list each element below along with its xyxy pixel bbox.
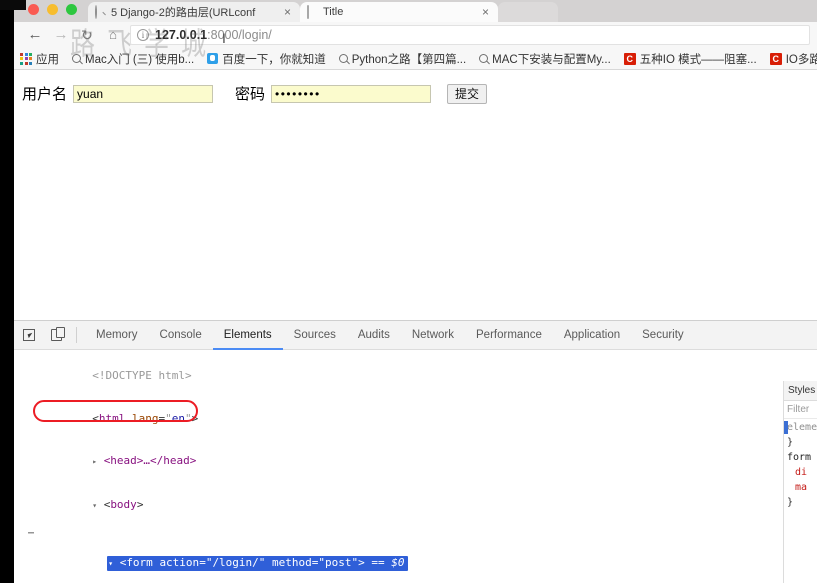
bookmark-mac-intro[interactable]: Mac入门 (三) 使用b... bbox=[72, 51, 194, 67]
magnifier-icon bbox=[338, 54, 348, 63]
tab-memory[interactable]: Memory bbox=[85, 321, 149, 350]
tab-security[interactable]: Security bbox=[631, 321, 695, 350]
style-rule-element-style-close: } bbox=[787, 437, 794, 448]
dom-line-head[interactable]: ▸ <head>…</head> bbox=[26, 440, 783, 484]
document-icon bbox=[306, 5, 318, 19]
browser-tab-background[interactable] bbox=[498, 2, 558, 22]
dom-tree[interactable]: <!DOCTYPE html> <html lang="en"> ▸ <head… bbox=[14, 351, 783, 583]
gutter-ellipsis: ⋯ bbox=[28, 528, 36, 540]
bookmark-label: Mac入门 (三) 使用b... bbox=[85, 53, 195, 66]
site-info-icon[interactable]: i bbox=[137, 29, 149, 41]
tab-performance[interactable]: Performance bbox=[465, 321, 553, 350]
bookmark-label: MAC下安装与配置My... bbox=[492, 53, 611, 66]
devtools-panel: Memory Console Elements Sources Audits N… bbox=[14, 320, 817, 583]
styles-sidebar[interactable]: Styles Filter element.style } form di ma bbox=[783, 381, 817, 583]
url-path: :8000/login/ bbox=[207, 28, 272, 42]
bookmarks-bar: 应用 Mac入门 (三) 使用b... 百度一下，你就知道 Python之路【第… bbox=[0, 48, 817, 70]
home-icon[interactable]: ⌂ bbox=[100, 22, 126, 48]
username-input[interactable] bbox=[73, 84, 214, 103]
devtools-toolbar: Memory Console Elements Sources Audits N… bbox=[14, 321, 817, 350]
address-bar[interactable]: i 127.0.0.1 :8000/login/ bbox=[130, 25, 810, 45]
browser-tab-1-title: 5 Django-2的路由层(URLconf bbox=[111, 7, 256, 19]
bookmark-apps[interactable]: 应用 bbox=[20, 51, 59, 67]
style-rule-element-style: element.style bbox=[787, 422, 817, 433]
minimize-window-button[interactable] bbox=[47, 4, 58, 15]
back-icon[interactable]: ← bbox=[22, 22, 48, 48]
bookmark-label: 五种IO 模式——阻塞... bbox=[639, 53, 757, 66]
submit-button[interactable]: 提交 bbox=[447, 83, 488, 104]
bookmark-label: 应用 bbox=[36, 53, 59, 66]
dom-line-form-selected[interactable]: ⋯ ▾ <form action="/login/" method="post"… bbox=[26, 527, 783, 583]
browser-tab-1[interactable]: 5 Django-2的路由层(URLconf × bbox=[88, 2, 300, 22]
bookmark-io-multiplex[interactable]: C IO多路 bbox=[769, 51, 817, 67]
tab-application[interactable]: Application bbox=[553, 321, 631, 350]
inspect-element-icon[interactable] bbox=[17, 324, 41, 346]
csdn-icon: C bbox=[623, 52, 636, 65]
close-tab-2-icon[interactable]: × bbox=[479, 6, 492, 18]
bookmark-label: 百度一下，你就知道 bbox=[222, 53, 326, 66]
tab-audits[interactable]: Audits bbox=[347, 321, 401, 350]
password-input[interactable] bbox=[271, 84, 432, 103]
bookmark-label: Python之路【第四篇... bbox=[351, 53, 467, 66]
text-cursor-icon: I bbox=[222, 30, 226, 46]
baidu-icon bbox=[207, 53, 219, 64]
dom-line-html-open[interactable]: <html lang="en"> bbox=[26, 398, 783, 441]
maximize-window-button[interactable] bbox=[66, 4, 77, 15]
password-label: 密码 bbox=[235, 85, 266, 103]
window-frame-left bbox=[0, 0, 14, 583]
browser-tab-2[interactable]: Title × bbox=[300, 2, 498, 22]
style-rule-form-close: } bbox=[787, 497, 794, 508]
dom-line-doctype: <!DOCTYPE html> bbox=[92, 369, 192, 383]
tab-elements[interactable]: Elements bbox=[213, 321, 283, 350]
device-toolbar-icon[interactable] bbox=[44, 324, 68, 346]
magnifier-icon bbox=[479, 54, 489, 63]
page-viewport: 用户名 密码 提交 bbox=[14, 70, 817, 318]
devtools-body: <!DOCTYPE html> <html lang="en"> ▸ <head… bbox=[14, 351, 817, 583]
tab-sources[interactable]: Sources bbox=[283, 321, 347, 350]
styles-tab-bar: Styles bbox=[784, 381, 817, 401]
csdn-icon: C bbox=[769, 52, 782, 65]
tab-styles[interactable]: Styles bbox=[788, 385, 815, 396]
bookmark-io-modes[interactable]: C 五种IO 模式——阻塞... bbox=[623, 51, 757, 67]
close-window-button[interactable] bbox=[28, 4, 39, 15]
window-frame-corner bbox=[0, 0, 26, 10]
tab-network[interactable]: Network bbox=[401, 321, 465, 350]
style-rule-form-selector: form bbox=[787, 452, 812, 463]
bookmark-baidu[interactable]: 百度一下，你就知道 bbox=[207, 51, 326, 67]
reload-icon[interactable]: ↻ bbox=[74, 22, 100, 48]
browser-tab-2-title: Title bbox=[323, 6, 344, 18]
apps-grid-icon bbox=[20, 52, 32, 65]
username-label: 用户名 bbox=[22, 85, 68, 103]
bookmark-label: IO多路 bbox=[785, 53, 817, 66]
style-rule-form-prop-2[interactable]: ma bbox=[784, 479, 817, 494]
styles-filter-input[interactable]: Filter bbox=[784, 401, 817, 419]
login-form: 用户名 密码 提交 bbox=[14, 70, 817, 104]
magnifier-icon bbox=[94, 5, 106, 19]
console-ref-marker: == $0 bbox=[371, 555, 405, 569]
url-host: 127.0.0.1 bbox=[155, 28, 208, 42]
selected-form-row[interactable]: ▾ <form action="/login/" method="post"> … bbox=[107, 555, 408, 572]
dom-line-body-open[interactable]: ▾ <body> bbox=[26, 484, 783, 528]
bookmark-mac-mysql[interactable]: MAC下安装与配置My... bbox=[479, 51, 611, 67]
forward-icon[interactable]: → bbox=[48, 22, 74, 48]
screenshot-root: 5 Django-2的路由层(URLconf × Title × ← → ↻ ⌂… bbox=[0, 0, 817, 583]
magnifier-icon bbox=[72, 54, 81, 63]
bookmark-python-road[interactable]: Python之路【第四篇... bbox=[338, 51, 467, 67]
window-traffic-lights bbox=[28, 4, 77, 15]
styles-scroll-marker bbox=[784, 421, 788, 434]
toolbar-divider bbox=[76, 327, 77, 343]
tab-console[interactable]: Console bbox=[149, 321, 213, 350]
style-rule-form-prop-1[interactable]: di bbox=[784, 464, 817, 479]
close-tab-1-icon[interactable]: × bbox=[281, 6, 294, 18]
browser-tab-bar: 5 Django-2的路由层(URLconf × Title × bbox=[0, 0, 817, 22]
devtools-tab-list: Memory Console Elements Sources Audits N… bbox=[85, 321, 695, 350]
